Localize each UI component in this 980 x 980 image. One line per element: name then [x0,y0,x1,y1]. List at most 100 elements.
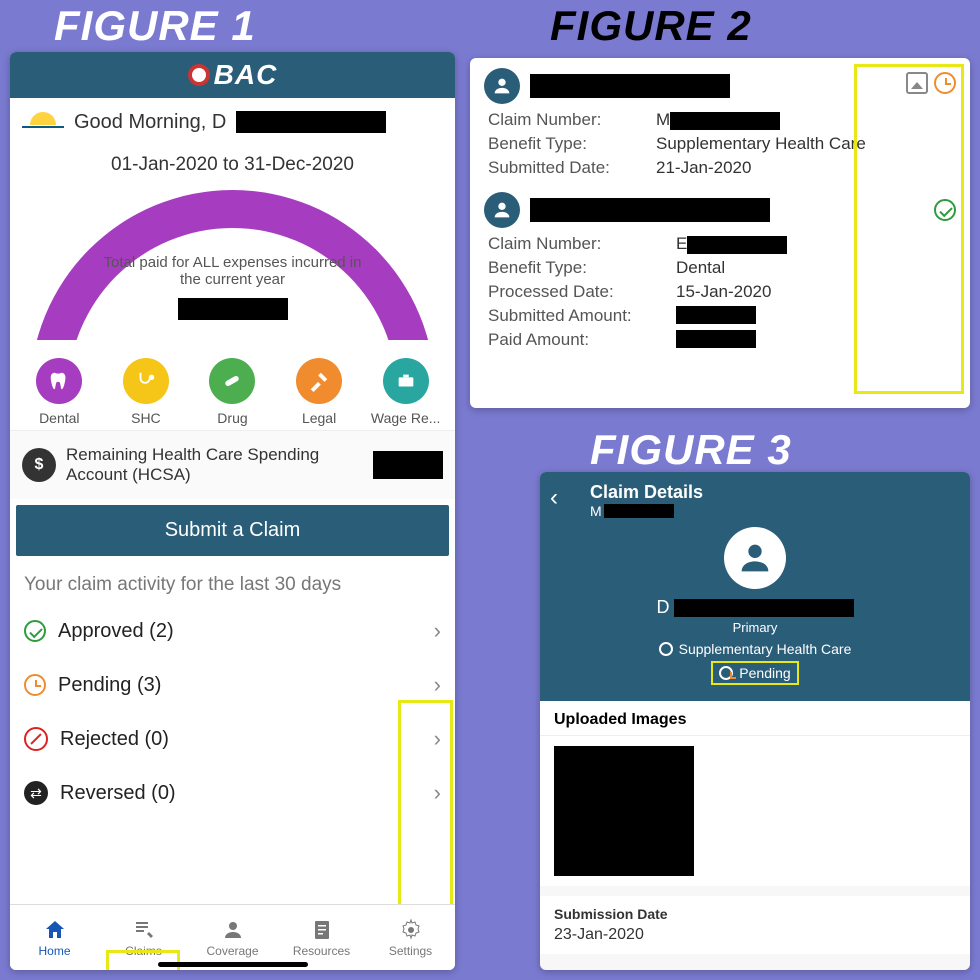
figure-2-label: FIGURE 2 [550,2,752,50]
figure-3-card: ‹ Claim Details M D Primary Supplementar… [540,472,970,970]
reject-icon [24,727,48,751]
category-wage[interactable]: Wage Re... [366,358,446,426]
greeting-text: Good Morning, D [74,111,226,134]
benefit-type-value: Dental [676,258,956,278]
category-dental[interactable]: Dental [19,358,99,426]
processed-date-value: 15-Jan-2020 [676,282,956,302]
claim-1-details: Claim Number: M Benefit Type: Supplement… [488,110,956,178]
uploaded-images [540,736,970,886]
submitted-amount-label: Submitted Amount: [488,306,668,326]
status-badge: Pending [711,661,798,685]
submission-date-label: Submission Date [554,906,956,922]
claim-number-label: Claim Number: [488,234,668,254]
redacted-name [530,198,770,222]
submission-date-block: Submission Date 23-Jan-2020 [540,896,970,954]
gavel-icon [296,358,342,404]
benefit-line: Supplementary Health Care [659,641,852,657]
member-role: Primary [733,620,778,635]
activity-rejected-row[interactable]: Rejected (0) › [10,712,455,766]
person-icon [484,192,520,228]
submit-claim-button[interactable]: Submit a Claim [16,505,449,556]
date-range: 01-Jan-2020 to 31-Dec-2020 [10,154,455,176]
claim-2[interactable] [484,192,956,228]
redacted-ref [604,504,674,518]
claim-number-label: Claim Number: [488,110,648,130]
back-button[interactable]: ‹ [550,484,558,512]
person-icon [484,68,520,104]
brand-text: BAC [214,59,278,91]
activity-label: Reversed (0) [60,782,176,805]
figure-3-label: FIGURE 3 [590,426,792,474]
chevron-right-icon: › [434,726,441,752]
tab-settings[interactable]: Settings [366,905,455,970]
greeting-row: Good Morning, D [10,98,455,146]
name-prefix: D [657,597,670,618]
processed-date-label: Processed Date: [488,282,668,302]
tab-resources[interactable]: Resources [277,905,366,970]
claim-details-header: ‹ Claim Details M D Primary Supplementar… [540,472,970,701]
page-title: Claim Details [590,482,703,503]
brand-logo: BAC [188,59,278,91]
uploaded-images-label: Uploaded Images [540,701,970,736]
check-circle-icon [24,620,46,642]
tab-home[interactable]: Home [10,905,99,970]
redacted-claim-number [670,112,780,130]
category-drug[interactable]: Drug [192,358,272,426]
tab-label: Coverage [206,944,258,958]
tab-claims[interactable]: Claims [99,905,188,970]
check-circle-icon [934,199,956,221]
uploaded-image-thumbnail[interactable] [554,746,694,876]
chevron-right-icon: › [434,780,441,806]
claim-ref: M [590,503,674,519]
activity-reversed-row[interactable]: ⇄ Reversed (0) › [10,766,455,820]
spending-gauge: Total paid for ALL expenses incurred in … [30,180,435,350]
hcsa-row[interactable]: $ Remaining Health Care Spending Account… [10,430,455,499]
clock-icon [719,666,733,680]
submission-date-value: 23-Jan-2020 [554,926,956,944]
category-label: SHC [131,410,161,426]
dollar-icon: $ [22,448,56,482]
category-label: Dental [39,410,79,426]
person-icon [221,918,245,942]
stethoscope-icon [123,358,169,404]
activity-label: Pending (3) [58,674,161,697]
claim-number-prefix: M [656,110,670,129]
benefit-text: Supplementary Health Care [679,641,852,657]
tab-coverage[interactable]: Coverage [188,905,277,970]
benefit-type-label: Benefit Type: [488,258,668,278]
benefit-type-value: Supplementary Health Care [656,134,956,154]
redacted-amount [676,306,756,324]
figure-1-label: FIGURE 1 [54,2,256,50]
category-row: Dental SHC Drug Legal Wage Re... [10,350,455,430]
figure-2-card: Claim Number: M Benefit Type: Supplement… [470,58,970,408]
activity-pending-row[interactable]: Pending (3) › [10,658,455,712]
activity-approved-row[interactable]: Approved (2) › [10,604,455,658]
paid-amount-label: Paid Amount: [488,330,668,350]
tooth-icon [36,358,82,404]
app-header: BAC [10,52,455,98]
submitted-date-label: Submitted Date: [488,158,648,178]
clock-icon [24,674,46,696]
home-indicator [158,962,308,967]
chevron-right-icon: › [434,618,441,644]
category-shc[interactable]: SHC [106,358,186,426]
image-icon [906,72,928,94]
claim-status-icons [906,72,956,94]
benefit-type-label: Benefit Type: [488,134,648,154]
submitted-date-value: 21-Jan-2020 [656,158,956,178]
category-label: Wage Re... [371,410,441,426]
category-legal[interactable]: Legal [279,358,359,426]
redacted-total [178,298,288,320]
logo-badge-icon [188,64,210,86]
document-icon [310,918,334,942]
redacted-name [530,74,730,98]
figure-1-card: BAC Good Morning, D 01-Jan-2020 to 31-De… [10,52,455,970]
activity-label: Approved (2) [58,620,174,643]
clock-icon [934,72,956,94]
activity-label: Rejected (0) [60,728,169,751]
claim-ref-prefix: M [590,503,602,519]
tab-label: Settings [389,944,432,958]
claim-1[interactable] [484,68,956,104]
redacted-claim-number [687,236,787,254]
briefcase-icon [383,358,429,404]
